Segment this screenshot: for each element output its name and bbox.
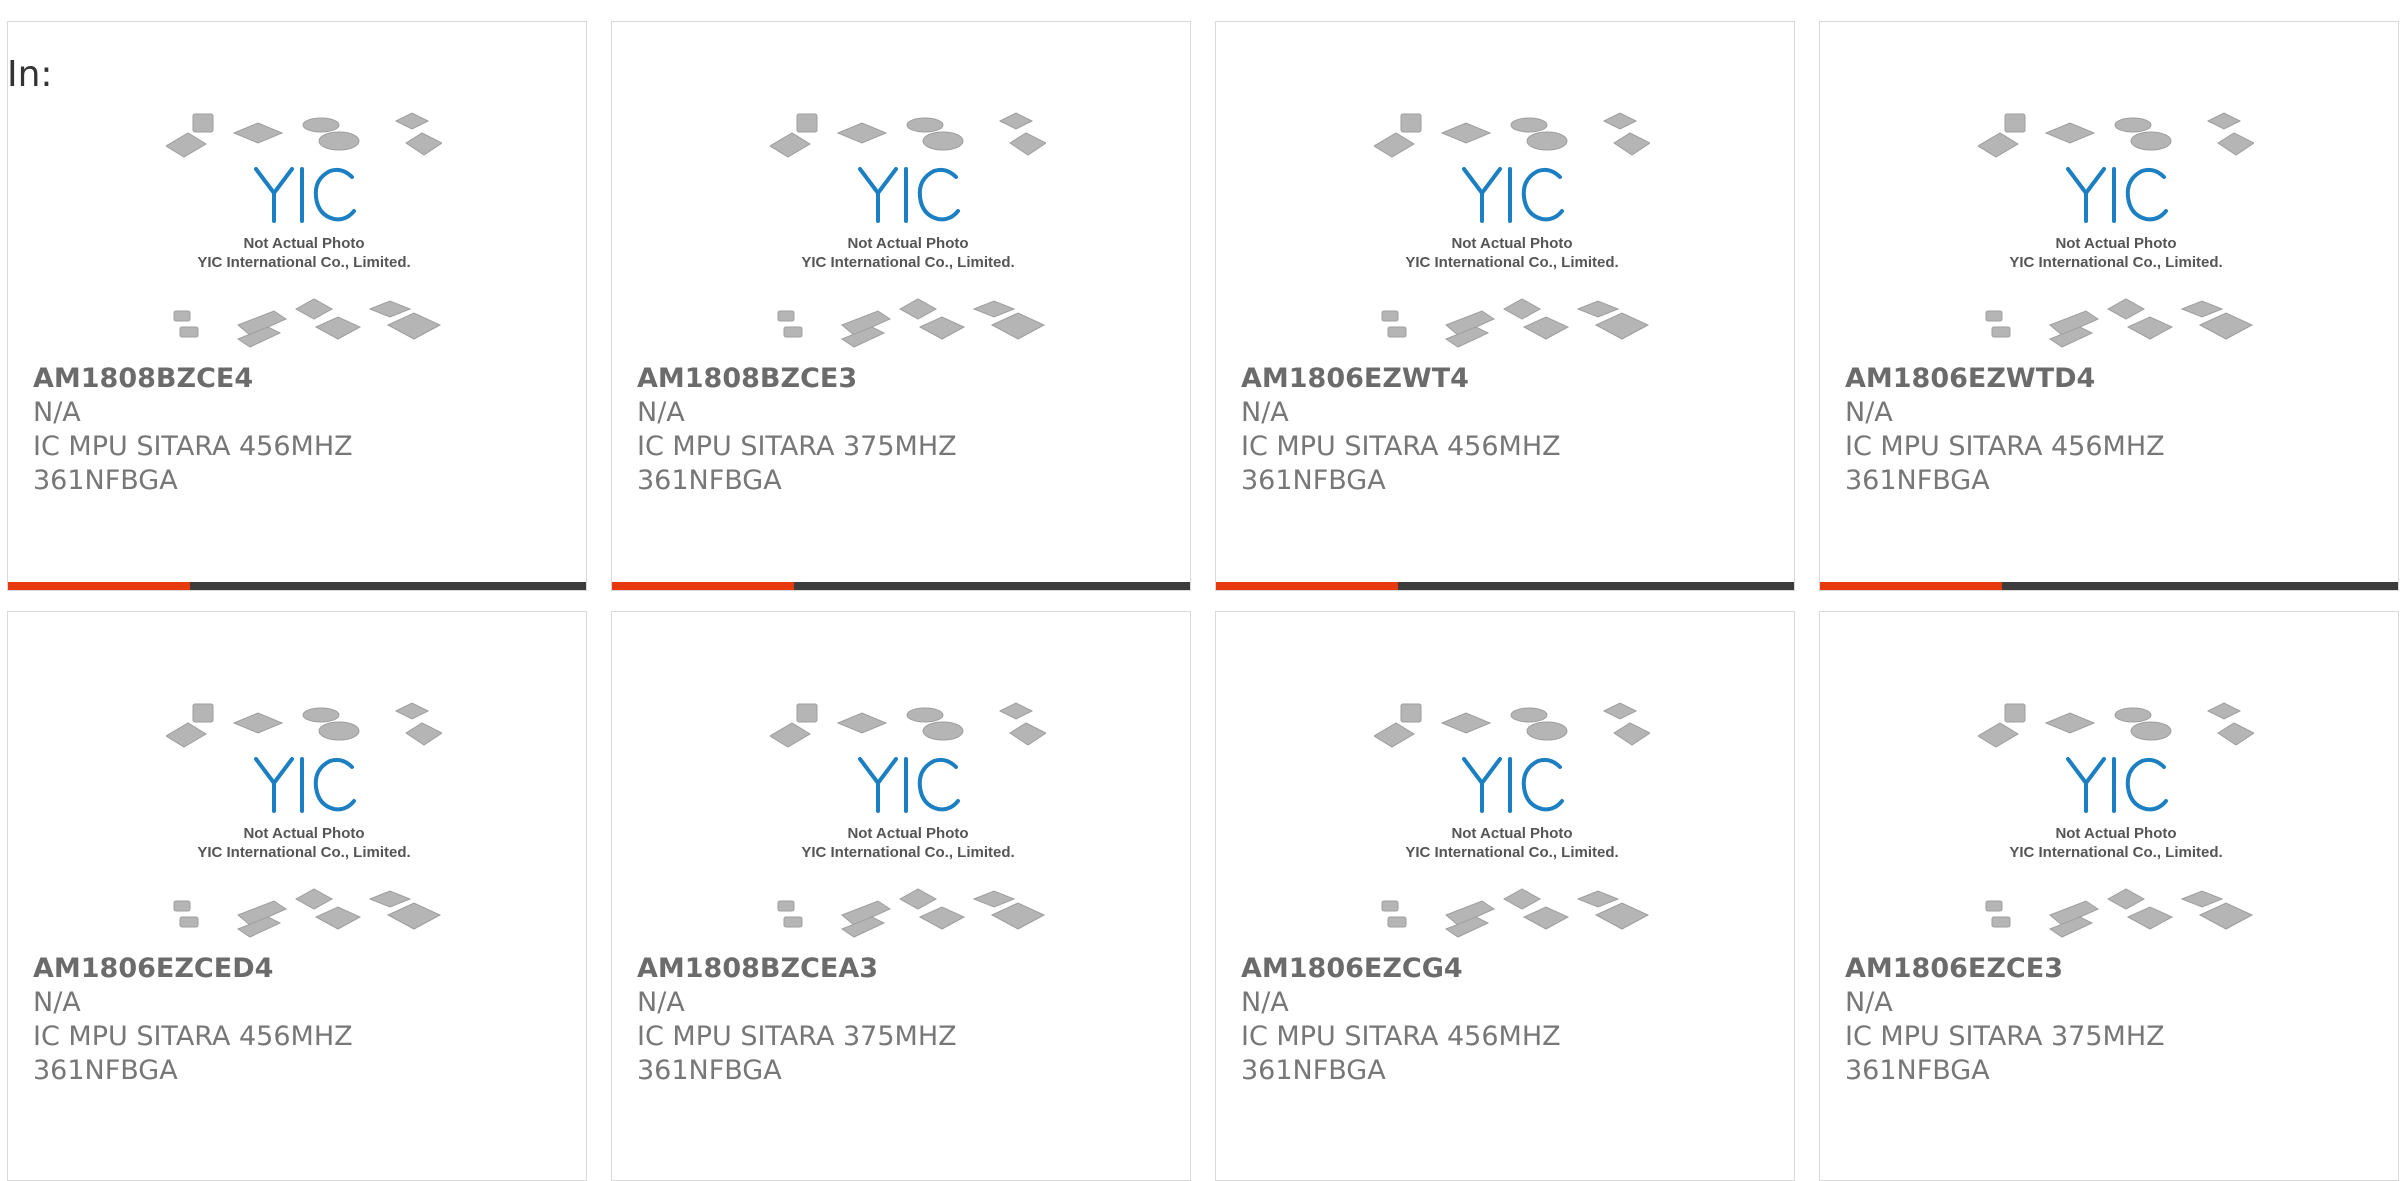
svg-text:Not Actual Photo: Not Actual Photo xyxy=(243,825,364,842)
filter-heading: In: xyxy=(7,54,53,95)
product-card[interactable]: Not Actual Photo YIC International Co., L… xyxy=(1819,21,2399,591)
svg-text:YIC International Co., Limited: YIC International Co., Limited. xyxy=(1405,254,1618,271)
part-number-link[interactable]: AM1806EZCED4 xyxy=(33,952,566,986)
part-number-link[interactable]: AM1806EZCG4 xyxy=(1241,952,1774,986)
part-number-link[interactable]: AM1808BZCE4 xyxy=(33,362,566,396)
part-number-link[interactable]: AM1806EZWT4 xyxy=(1241,362,1774,396)
part-description: IC MPU SITARA 375MHZ 361NFBGA xyxy=(637,1021,957,1086)
part-description: IC MPU SITARA 456MHZ 361NFBGA xyxy=(1241,1021,1561,1086)
part-status: N/A xyxy=(1845,397,1893,428)
svg-text:YIC International Co., Limited: YIC International Co., Limited. xyxy=(801,844,1014,861)
product-grid: Not Actual Photo YIC International Co., L… xyxy=(7,21,2400,1181)
product-placeholder-image: Not Actual Photo YIC International Co., L… xyxy=(1978,112,2254,348)
svg-text:YIC International Co., Limited: YIC International Co., Limited. xyxy=(2009,844,2222,861)
part-status: N/A xyxy=(33,397,81,428)
part-description: IC MPU SITARA 456MHZ 361NFBGA xyxy=(33,431,353,496)
part-status: N/A xyxy=(33,987,81,1018)
product-placeholder-image: Not Actual Photo YIC International Co., L… xyxy=(166,702,442,938)
svg-text:Not Actual Photo: Not Actual Photo xyxy=(2055,235,2176,252)
svg-text:Not Actual Photo: Not Actual Photo xyxy=(2055,825,2176,842)
product-card[interactable]: Not Actual Photo YIC International Co., L… xyxy=(7,611,587,1181)
svg-text:Not Actual Photo: Not Actual Photo xyxy=(1451,235,1572,252)
card-progress-bar xyxy=(8,582,586,590)
svg-text:YIC International Co., Limited: YIC International Co., Limited. xyxy=(197,254,410,271)
product-card[interactable]: Not Actual Photo YIC International Co., L… xyxy=(1215,21,1795,591)
svg-text:Not Actual Photo: Not Actual Photo xyxy=(1451,825,1572,842)
card-progress-bar xyxy=(612,582,1190,590)
svg-text:Not Actual Photo: Not Actual Photo xyxy=(847,825,968,842)
svg-text:Not Actual Photo: Not Actual Photo xyxy=(847,235,968,252)
part-number-link[interactable]: AM1806EZCE3 xyxy=(1845,952,2378,986)
part-status: N/A xyxy=(1845,987,1893,1018)
svg-text:YIC International Co., Limited: YIC International Co., Limited. xyxy=(801,254,1014,271)
product-card[interactable]: Not Actual Photo YIC International Co., L… xyxy=(1215,611,1795,1181)
card-progress-bar xyxy=(1820,582,2398,590)
part-status: N/A xyxy=(637,397,685,428)
part-number-link[interactable]: AM1806EZWTD4 xyxy=(1845,362,2378,396)
svg-text:Not Actual Photo: Not Actual Photo xyxy=(243,235,364,252)
product-card[interactable]: Not Actual Photo YIC International Co., L… xyxy=(611,21,1191,591)
part-description: IC MPU SITARA 456MHZ 361NFBGA xyxy=(1845,431,2165,496)
product-card[interactable]: Not Actual Photo YIC International Co., L… xyxy=(1819,611,2399,1181)
part-status: N/A xyxy=(1241,987,1289,1018)
product-placeholder-image: Not Actual Photo YIC International Co., L… xyxy=(1374,702,1650,938)
part-description: IC MPU SITARA 375MHZ 361NFBGA xyxy=(637,431,957,496)
card-progress-bar xyxy=(1216,582,1794,590)
product-placeholder-image: Not Actual Photo YIC International Co., L… xyxy=(166,112,442,348)
product-placeholder-image: Not Actual Photo YIC International Co., L… xyxy=(770,702,1046,938)
product-card[interactable]: Not Actual Photo YIC International Co., L… xyxy=(7,21,587,591)
product-card[interactable]: Not Actual Photo YIC International Co., L… xyxy=(611,611,1191,1181)
svg-text:YIC International Co., Limited: YIC International Co., Limited. xyxy=(1405,844,1618,861)
product-placeholder-image: Not Actual Photo YIC International Co., L… xyxy=(1978,702,2254,938)
part-description: IC MPU SITARA 375MHZ 361NFBGA xyxy=(1845,1021,2165,1086)
part-status: N/A xyxy=(637,987,685,1018)
part-description: IC MPU SITARA 456MHZ 361NFBGA xyxy=(1241,431,1561,496)
part-description: IC MPU SITARA 456MHZ 361NFBGA xyxy=(33,1021,353,1086)
product-placeholder-image: Not Actual Photo YIC International Co., L… xyxy=(770,112,1046,348)
part-status: N/A xyxy=(1241,397,1289,428)
svg-text:YIC International Co., Limited: YIC International Co., Limited. xyxy=(2009,254,2222,271)
product-placeholder-image: Not Actual Photo YIC International Co., L… xyxy=(1374,112,1650,348)
part-number-link[interactable]: AM1808BZCE3 xyxy=(637,362,1170,396)
svg-text:YIC International Co., Limited: YIC International Co., Limited. xyxy=(197,844,410,861)
part-number-link[interactable]: AM1808BZCEA3 xyxy=(637,952,1170,986)
